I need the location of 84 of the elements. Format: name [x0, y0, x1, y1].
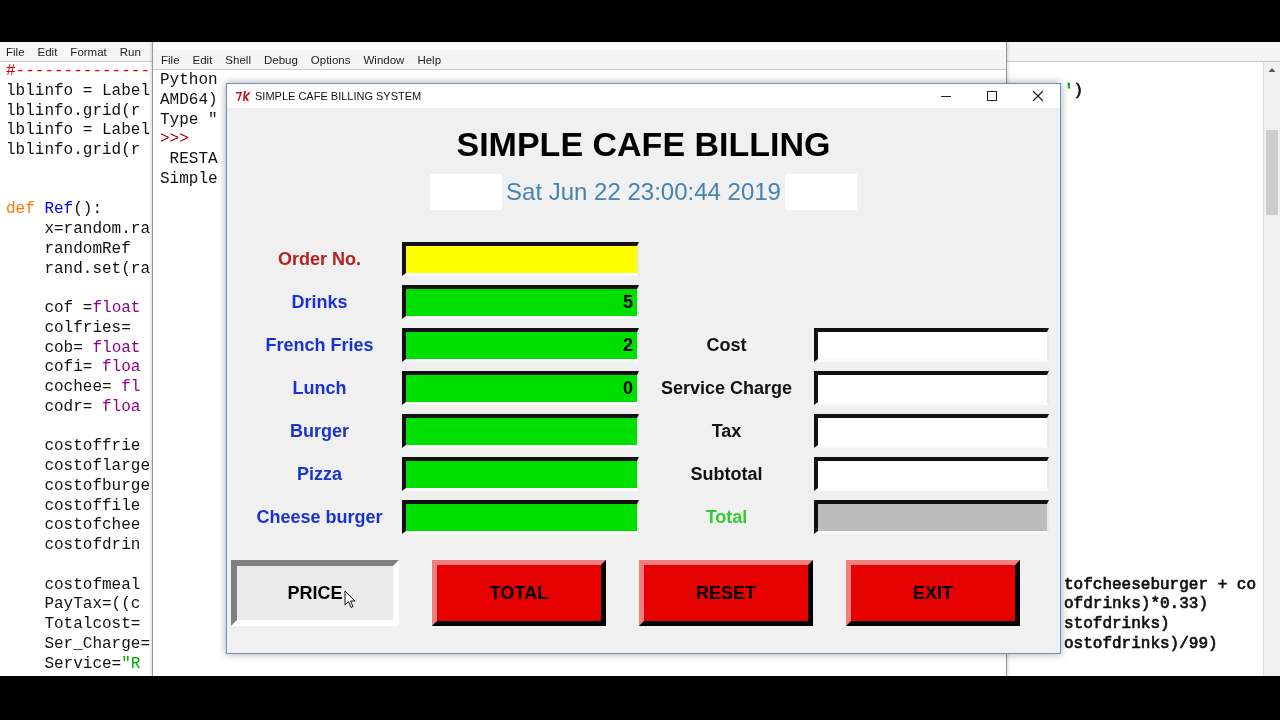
- code-line: '): [1064, 81, 1084, 102]
- code-line: #--------------: [6, 62, 151, 82]
- shell-output: RESTA: [168, 150, 218, 170]
- code-line: cob= float: [43, 338, 141, 359]
- field-label: Tax: [710, 420, 743, 443]
- amount-field[interactable]: [814, 414, 1049, 448]
- date-label: Sat Jun 22 23:00:44 2019: [502, 174, 785, 210]
- field-label: Drinks: [290, 291, 349, 314]
- menu-item[interactable]: File: [161, 53, 180, 66]
- code-line: lblinfo.grid(r: [6, 101, 141, 122]
- shell-output: AMD64): [160, 90, 218, 111]
- code-line: def Ref():: [6, 200, 103, 220]
- code-line: Totalcost=: [43, 615, 141, 635]
- code-line: tofcheeseburger + co: [1064, 575, 1257, 596]
- code-line: costoflarge: [43, 457, 151, 477]
- code-line: costoffile: [43, 496, 141, 517]
- menu-item[interactable]: Window: [363, 53, 405, 66]
- shell-output: Python: [160, 71, 218, 91]
- quantity-field[interactable]: 2: [402, 328, 639, 362]
- code-line: lblinfo = Label: [6, 121, 151, 141]
- code-line: costofchee: [43, 516, 141, 536]
- amount-field[interactable]: [814, 371, 1049, 405]
- code-line: costofmeal: [43, 575, 141, 596]
- field-label: French Fries: [264, 334, 375, 357]
- quantity-field[interactable]: 0: [402, 371, 639, 405]
- code-line: randomRef: [43, 239, 131, 260]
- menu-item[interactable]: Run: [119, 45, 141, 58]
- action-button[interactable]: PRICE: [231, 560, 399, 626]
- code-line: ostofdrinks)/99): [1064, 634, 1218, 655]
- menu-item[interactable]: Help: [417, 53, 442, 66]
- field-label: Subtotal: [689, 463, 764, 486]
- field-label: Total: [704, 506, 749, 529]
- shell-output: Type ": [160, 110, 218, 131]
- scrollbar[interactable]: [1263, 62, 1280, 676]
- code-line: cof =float: [43, 299, 141, 319]
- code-line: codr= floa: [43, 397, 141, 418]
- action-button[interactable]: EXIT: [846, 560, 1020, 626]
- mouse-pointer-icon: [344, 590, 356, 609]
- code-line: PayTax=((c: [43, 595, 141, 615]
- app-heading: SIMPLE CAFE BILLING: [456, 124, 831, 164]
- action-button[interactable]: TOTAL: [432, 560, 606, 626]
- scrollbar-thumb[interactable]: [1266, 130, 1278, 215]
- window-title: SIMPLE CAFE BILLING SYSTEM: [255, 90, 422, 102]
- amount-field[interactable]: [814, 328, 1049, 362]
- code-line: stofdrinks): [1064, 615, 1170, 635]
- code-line: cochee= fl: [43, 378, 141, 398]
- field-label: Burger: [289, 420, 350, 443]
- quantity-field[interactable]: [402, 414, 639, 448]
- code-line: lblinfo = Label: [6, 81, 151, 102]
- menu-item[interactable]: Debug: [263, 53, 298, 66]
- quantity-field[interactable]: [402, 457, 639, 491]
- code-line: ofdrinks)*0.33): [1064, 595, 1209, 615]
- code-line: Service="R: [43, 654, 141, 675]
- shell-prompt: >>>: [160, 130, 189, 150]
- close-icon[interactable]: [1032, 90, 1044, 102]
- code-line: lblinfo.grid(r: [6, 141, 141, 161]
- field-label: Cheese burger: [255, 506, 384, 529]
- code-line: costofdrin: [43, 536, 141, 556]
- code-line: Ser_Charge=: [43, 634, 151, 655]
- field-label: Lunch: [291, 377, 348, 400]
- code-line: cofi= floa: [43, 358, 141, 378]
- menu-item[interactable]: Format: [70, 45, 107, 58]
- order-number-field[interactable]: [402, 242, 639, 276]
- code-line: colfries=: [43, 318, 131, 339]
- menu-item[interactable]: Edit: [37, 45, 58, 58]
- code-line: costofburge: [43, 476, 151, 497]
- menu-item[interactable]: Edit: [192, 53, 213, 66]
- field-label: Pizza: [296, 463, 343, 486]
- maximize-icon[interactable]: [986, 90, 998, 102]
- code-line: rand.set(ra: [43, 259, 151, 280]
- total-field[interactable]: [814, 500, 1049, 534]
- menu-item[interactable]: Options: [310, 53, 351, 66]
- amount-field[interactable]: [814, 457, 1049, 491]
- field-label: Cost: [705, 334, 748, 357]
- field-label: Order No.: [277, 248, 362, 267]
- quantity-field[interactable]: 5: [402, 285, 639, 319]
- code-line: x=random.ra: [43, 220, 151, 240]
- quantity-field[interactable]: [402, 500, 639, 534]
- menu-item[interactable]: File: [6, 45, 25, 58]
- shell-output: Simple: [160, 169, 218, 190]
- menu-item[interactable]: Shell: [225, 53, 251, 66]
- field-label: Service Charge: [659, 377, 794, 400]
- action-button[interactable]: RESET: [639, 560, 813, 626]
- code-line: costoffrie: [43, 437, 141, 457]
